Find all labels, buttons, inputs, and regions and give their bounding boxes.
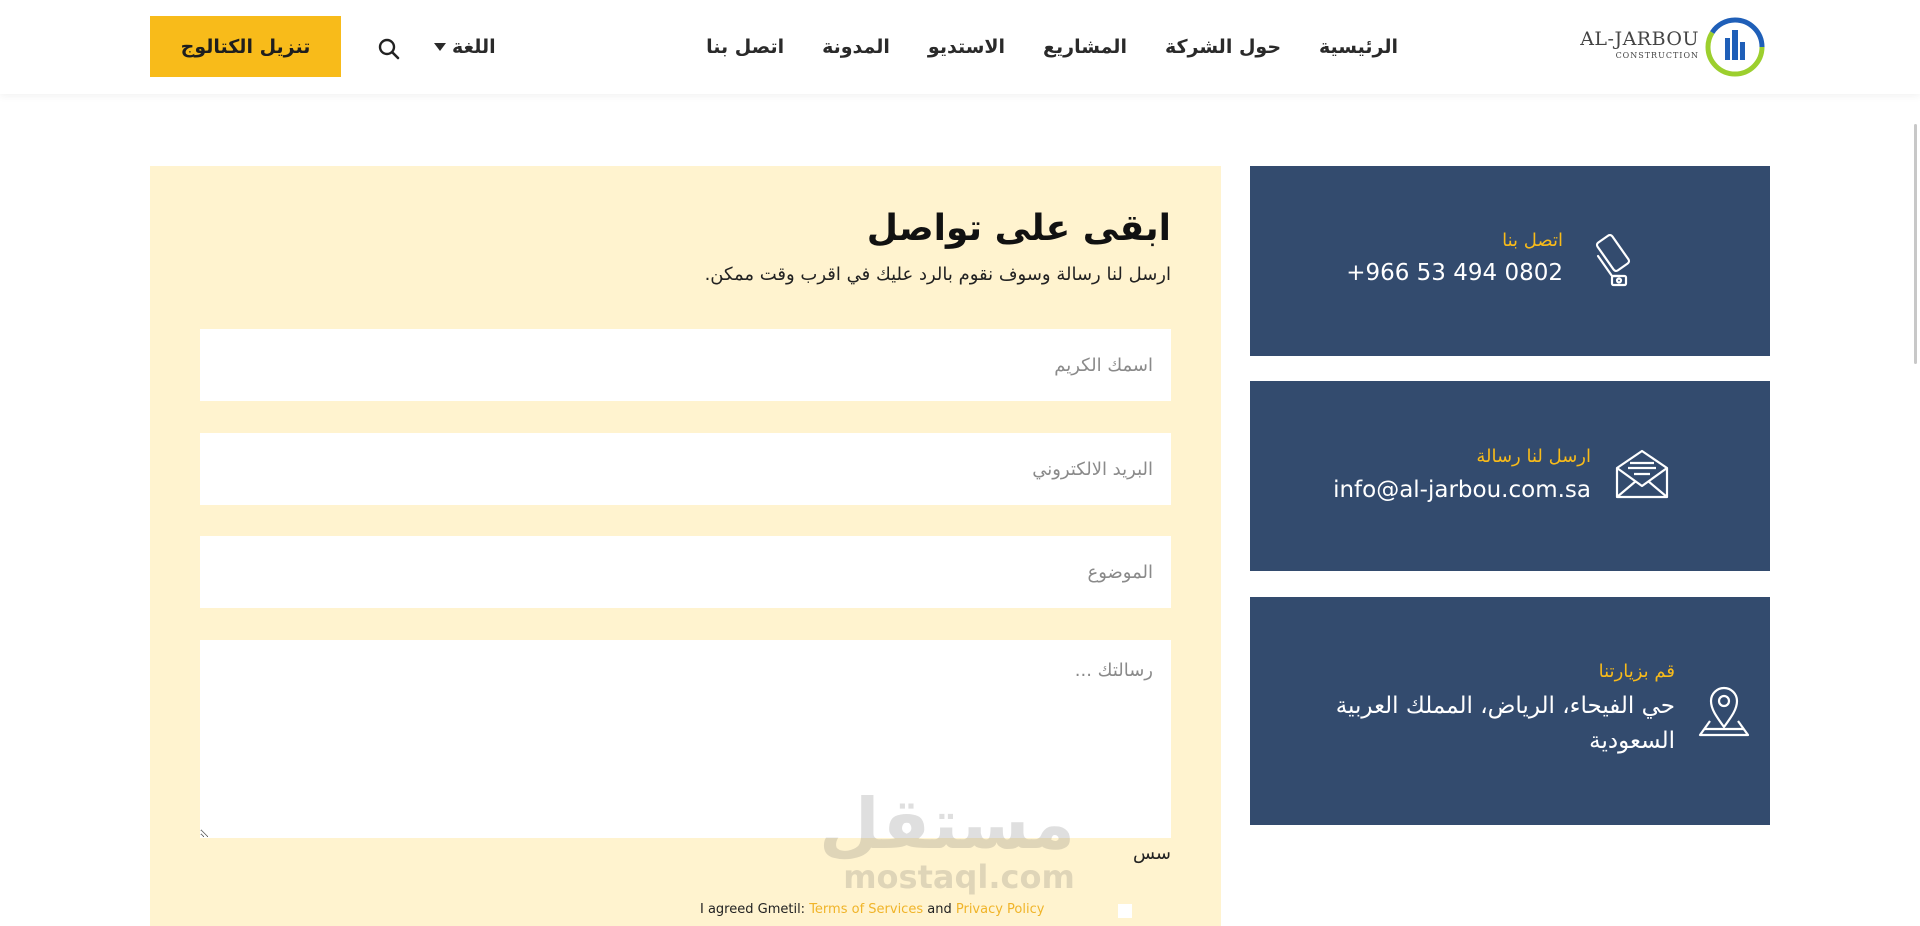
email-input[interactable]: [200, 433, 1171, 505]
card-visit: قم بزيارتنا حي الفيحاء، الرياض، المملك ا…: [1250, 597, 1770, 825]
logo-subtext: CONSTRUCTION: [1615, 51, 1699, 60]
terms-checkbox[interactable]: [1118, 904, 1132, 918]
card-visit-value-line1: حي الفيحاء، الرياض، المملك العربية: [1335, 693, 1675, 719]
nav-blog[interactable]: المدونة: [822, 36, 890, 58]
nav-studio[interactable]: الاستديو: [928, 36, 1005, 58]
card-visit-label: قم بزيارتنا: [1598, 661, 1675, 682]
logo-text: AL-JARBOU: [1580, 28, 1699, 50]
card-call-label: اتصل بنا: [1502, 230, 1563, 251]
form-extra-text: سس: [1132, 843, 1171, 864]
form-subtitle: ارسل لنا رسالة وسوف نقوم بالرد عليك في ا…: [704, 264, 1171, 285]
main-nav: الرئيسية حول الشركة المشاريع الاستديو ال…: [698, 0, 1398, 94]
page-scrollbar[interactable]: [1914, 124, 1917, 364]
nav-contact[interactable]: اتصل بنا: [706, 36, 784, 58]
card-mail: ارسل لنا رسالة info@al-jarbou.com.sa: [1250, 381, 1770, 571]
terms-and: and: [927, 902, 952, 917]
subject-input[interactable]: [200, 536, 1171, 608]
terms-text: I agreed Gmetil: Terms of Services and P…: [700, 902, 1044, 917]
nav-home[interactable]: الرئيسية: [1319, 36, 1398, 58]
form-title: ابقى على تواصل: [866, 208, 1171, 249]
card-mail-label: ارسل لنا رسالة: [1476, 446, 1591, 467]
download-catalog-button[interactable]: تنزيل الكتالوج: [150, 16, 341, 77]
search-icon[interactable]: [378, 38, 400, 60]
card-mail-value[interactable]: info@al-jarbou.com.sa: [1333, 477, 1591, 503]
company-logo[interactable]: AL-JARBOU CONSTRUCTION: [1571, 14, 1767, 80]
privacy-link[interactable]: Privacy Policy: [956, 902, 1045, 917]
watermark: مستقل mostaql.com: [818, 783, 1075, 896]
envelope-icon: [1615, 449, 1669, 499]
site-header: AL-JARBOU CONSTRUCTION الرئيسية حول الشر…: [0, 0, 1920, 94]
watermark-english: mostaql.com: [843, 858, 1075, 896]
card-call: اتصل بنا +966 53 494 0802: [1250, 166, 1770, 356]
terms-prefix: I agreed Gmetil:: [700, 902, 806, 917]
map-pin-icon: [1698, 686, 1750, 737]
card-call-value[interactable]: +966 53 494 0802: [1346, 260, 1563, 286]
nav-about[interactable]: حول الشركة: [1165, 36, 1281, 58]
language-dropdown[interactable]: اللغة: [434, 36, 496, 58]
phone-hand-icon: [1595, 233, 1631, 287]
caret-down-icon: [434, 43, 446, 51]
nav-projects[interactable]: المشاريع: [1043, 36, 1127, 58]
name-input[interactable]: [200, 329, 1171, 401]
watermark-arabic: مستقل: [818, 783, 1075, 865]
card-visit-value-line2: السعودية: [1589, 728, 1675, 754]
logo-mark-icon: [1705, 17, 1765, 77]
language-label: اللغة: [452, 36, 496, 58]
terms-link[interactable]: Terms of Services: [809, 902, 923, 917]
